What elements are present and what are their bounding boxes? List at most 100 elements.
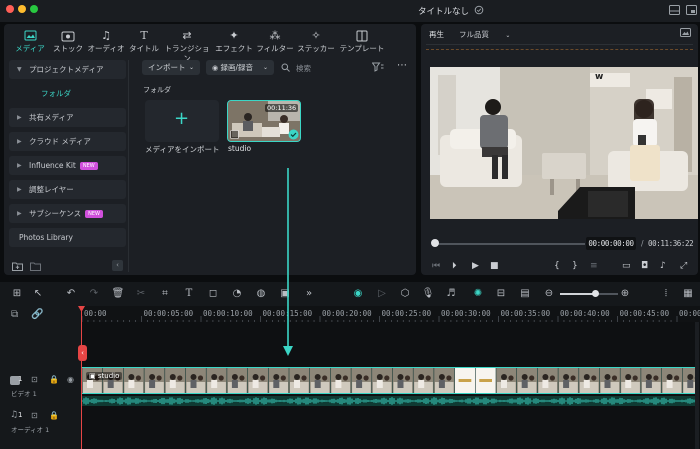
quality-dropdown[interactable]: フル品質 ⌄ [459,29,510,40]
sidebar-item-photos-library[interactable]: Photos Library [9,228,126,247]
folder-track-icon[interactable]: ⊡ [31,411,38,420]
waveform-graphic [82,397,695,405]
tab-filters[interactable]: ⁂ フィルター [254,26,296,56]
add-track-icon[interactable]: ⧉ [11,309,18,320]
sidebar-item-influence-kit[interactable]: ▶ Influence Kit NEW [9,156,126,175]
folder-icon[interactable] [30,261,41,271]
preview-scrubber[interactable] [433,243,585,245]
ruler-label: 00:00:50:00 [679,309,700,318]
zoom-out-icon[interactable]: ⊖ [542,287,556,301]
tab-transitions[interactable]: ⇄ トランジション [161,26,213,63]
fullscreen-icon[interactable] [686,5,697,15]
speed-icon[interactable]: ◔ [230,287,244,301]
tab-stickers[interactable]: ✧ ステッカー [295,26,337,56]
fullscreen-expand-icon[interactable]: ⤢ [680,261,687,271]
render-icon[interactable]: ▷ [375,287,389,301]
snapshot-icon[interactable] [680,28,691,37]
cut-icon[interactable]: ✂ [134,287,148,301]
select-tool-icon[interactable]: ↖ [31,287,45,301]
clip-label: ▣ studio [86,372,123,380]
stop-icon[interactable]: ■ [490,261,499,271]
video-clip[interactable]: ▣ studio [82,367,696,394]
ruler-label: 00:00:35:00 [500,309,551,318]
grid-view-icon[interactable]: ▦ [681,287,695,301]
filter-sort-icon[interactable] [372,62,384,72]
new-folder-icon[interactable] [12,261,23,271]
current-timecode[interactable]: 00:00:00:00 [586,237,636,250]
tab-effects[interactable]: ✦ エフェクト [213,26,255,56]
eye-icon[interactable]: ◉ [67,375,74,384]
more-tools-icon[interactable]: » [302,287,316,301]
snap-icon[interactable]: ✺ [471,287,485,301]
sidebar-item-subsequence[interactable]: ▶ サブシーケンス NEW [9,204,126,223]
import-media-tile[interactable]: + [145,100,219,142]
zoom-window-button[interactable] [30,5,38,13]
search-icon[interactable] [281,63,290,72]
record-dropdown[interactable]: ◉ 録画/録音 ⌄ [206,60,274,75]
columns-icon[interactable]: ⦙ [659,287,673,301]
minimize-window-button[interactable] [18,5,26,13]
timeline-ruler[interactable]: 00:0000:00:05:0000:00:10:0000:00:15:0000… [82,306,700,322]
marker-icon[interactable]: ≡ [590,261,598,271]
sidebar-item-shared-media[interactable]: ▶ 共有メディア [9,108,126,127]
audio-waveform[interactable] [82,396,696,406]
collapse-sidebar-button[interactable]: ‹ [112,260,123,271]
close-window-button[interactable] [6,5,14,13]
tab-templates[interactable]: テンプレート [337,26,387,56]
volume-icon[interactable]: ♪ [660,261,666,271]
sidebar-item-adjustment-layer[interactable]: ▶ 調整レイヤー [9,180,126,199]
filter-icon: ⁂ [269,29,281,42]
camera-icon[interactable]: ◘ [641,261,648,271]
undo-icon[interactable]: ↶ [64,287,78,301]
chevron-down-icon: ⌄ [188,64,194,71]
playhead-marker[interactable]: ‹ [78,345,87,361]
play-icon[interactable]: ▶ [472,261,479,271]
shield-icon[interactable]: ⬡ [398,287,412,301]
studio-clip-thumbnail[interactable]: 00:11:36 [227,100,301,142]
chevron-down-icon: ⌄ [262,64,268,71]
link-icon[interactable]: 🔗 [31,309,43,320]
new-badge: NEW [85,210,103,218]
sidebar-item-folder[interactable]: フォルダ [9,84,126,103]
sidebar-item-cloud-media[interactable]: ▶ クラウド メディア [9,132,126,151]
scrubber-handle[interactable] [431,239,439,247]
redo-icon[interactable]: ↷ [87,287,101,301]
music-note-icon[interactable]: ♬ [444,287,458,301]
import-dropdown[interactable]: インポート ⌄ [142,60,200,75]
color-icon[interactable]: ◍ [254,287,268,301]
layout-grid-icon[interactable]: ⊞ [10,287,24,301]
zoom-slider[interactable] [560,293,618,295]
lock-icon[interactable]: 🔒 [49,375,59,384]
more-options-icon[interactable]: ⋯ [397,60,407,71]
preview-video[interactable]: w [430,67,698,219]
drag-arrow-icon [283,168,293,356]
transform-icon[interactable]: ◻ [206,287,220,301]
mark-out-icon[interactable]: } [572,261,578,271]
tab-stock[interactable]: ストック [48,26,88,56]
sidebar-item-project-media[interactable]: ▼ プロジェクトメディア [9,60,126,79]
prev-frame-icon[interactable]: ⏮ [432,261,440,271]
text-tool-icon[interactable]: T [182,287,196,301]
search-input[interactable]: 検索 [296,63,311,74]
ai-assist-icon[interactable]: ◉ [351,287,365,301]
playhead[interactable] [81,308,82,449]
layout-icon[interactable] [669,5,680,15]
lock-icon[interactable]: 🔒 [49,411,59,420]
zoom-handle[interactable] [591,290,599,297]
zoom-in-icon[interactable]: ⊕ [618,287,632,301]
microphone-icon[interactable]: 🎙 [421,287,435,301]
template-icon [356,30,368,42]
clip-name: studio [228,144,252,153]
mark-in-icon[interactable]: { [554,261,560,271]
pip-icon[interactable]: ▤ [518,287,532,301]
display-icon[interactable]: ▭ [622,261,631,271]
delete-icon[interactable]: 🗑 [111,287,125,301]
timeline-scrollbar[interactable] [695,322,699,449]
tab-media[interactable]: メディア [10,26,50,56]
tab-titles[interactable]: T タイトル [122,26,166,56]
folder-track-icon[interactable]: ⊡ [31,375,38,384]
step-back-icon[interactable]: ⏵ [452,261,457,271]
cloud-check-icon[interactable] [474,5,484,15]
split-icon[interactable]: ⊟ [494,287,508,301]
crop-icon[interactable]: ⌗ [158,287,172,301]
